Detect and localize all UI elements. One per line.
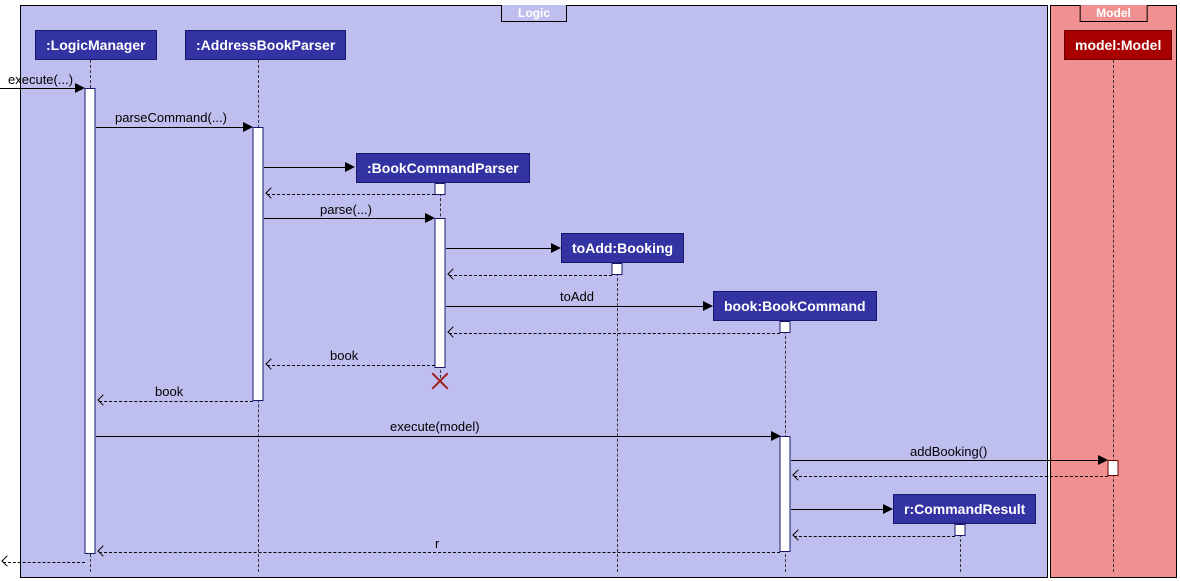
head-book-command: book:BookCommand (713, 291, 877, 321)
activation-command-result (955, 524, 966, 536)
msg-execute-in-label: execute(...) (8, 72, 73, 87)
arrow-create-booking (551, 243, 561, 253)
arrow-addbooking (1098, 455, 1108, 465)
msg-book2-label: book (155, 384, 183, 399)
msg-execute-model (96, 436, 776, 437)
msg-create-booking-return (449, 275, 612, 276)
activation-book-command-2 (780, 436, 791, 552)
msg-addbooking-label: addBooking() (910, 444, 987, 459)
activation-booking (612, 263, 623, 275)
msg-toadd (446, 306, 710, 307)
activation-book-command-parser-2 (435, 218, 446, 368)
arrow-return-external (1, 555, 12, 566)
msg-create-bcp (264, 167, 352, 168)
activation-logic-manager (85, 88, 96, 554)
msg-toadd-return (449, 333, 780, 334)
arrow-create-cr (883, 504, 893, 514)
arrow-create-bcp (345, 162, 355, 172)
msg-parse-command (96, 127, 248, 128)
msg-create-cr-return (794, 536, 955, 537)
msg-book1-label: book (330, 348, 358, 363)
head-model: model:Model (1064, 30, 1172, 60)
msg-parse-command-label: parseCommand(...) (115, 110, 227, 125)
arrow-toadd (703, 301, 713, 311)
arrow-execute-in (75, 83, 85, 93)
msg-addbooking-return (794, 476, 1108, 477)
msg-book1 (267, 365, 435, 366)
activation-book-command-parser-1 (435, 183, 446, 195)
activation-model (1108, 460, 1119, 476)
msg-parse-label: parse(...) (320, 202, 372, 217)
arrow-parse-command (243, 122, 253, 132)
destroy-bcp-icon (429, 370, 451, 392)
msg-create-booking (446, 248, 558, 249)
msg-execute-in (0, 88, 80, 89)
head-command-result: r:CommandResult (893, 494, 1036, 524)
msg-execute-model-label: execute(model) (390, 419, 480, 434)
head-logic-manager: :LogicManager (35, 30, 157, 60)
msg-toadd-label: toAdd (560, 289, 594, 304)
arrow-execute-model (771, 431, 781, 441)
head-book-command-parser: :BookCommandParser (356, 153, 530, 183)
frame-logic: Logic (20, 5, 1048, 578)
activation-book-command-1 (780, 321, 791, 333)
msg-book2 (99, 401, 253, 402)
msg-r (99, 552, 780, 553)
msg-return-external (3, 562, 85, 563)
head-booking: toAdd:Booking (561, 233, 684, 263)
msg-parse (264, 218, 430, 219)
head-address-book-parser: :AddressBookParser (185, 30, 346, 60)
frame-model-title: Model (1079, 5, 1148, 22)
msg-create-cr (791, 509, 890, 510)
lifeline-booking (617, 263, 618, 572)
activation-address-book-parser (253, 127, 264, 401)
msg-r-label: r (435, 536, 439, 551)
msg-create-bcp-return (267, 194, 435, 195)
lifeline-model (1113, 60, 1114, 572)
msg-addbooking (791, 460, 1104, 461)
arrow-parse (425, 213, 435, 223)
frame-logic-title: Logic (501, 5, 567, 22)
